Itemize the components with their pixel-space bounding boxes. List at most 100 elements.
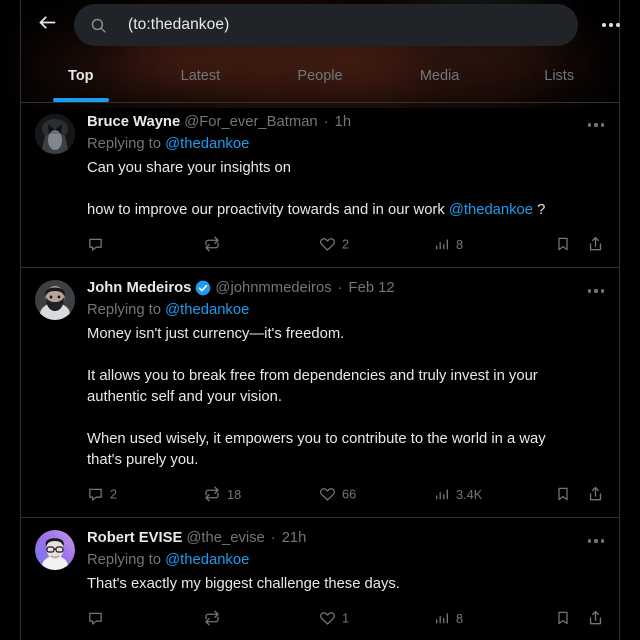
table-row[interactable]: Robert EVISE @the_evise · 21h Replying t… — [21, 518, 619, 640]
replying-to-handle[interactable]: @thedankoe — [165, 552, 249, 568]
tweet-inline-mention[interactable]: @thedankoe — [449, 202, 533, 218]
tab-people-label: People — [297, 68, 343, 84]
tweet-separator-dot: · — [323, 114, 329, 130]
tab-latest[interactable]: Latest — [141, 50, 261, 102]
like-button[interactable]: 2 — [319, 236, 349, 253]
replying-to-handle[interactable]: @thedankoe — [165, 136, 249, 152]
tweet-list: Bruce Wayne @For_ever_Batman · 1h Replyi… — [21, 102, 619, 640]
analytics-icon — [434, 236, 450, 252]
tweet-text-part-1: Money isn't just currency—it's freedom. … — [87, 326, 546, 468]
replying-to-line: Replying to @thedankoe — [87, 299, 579, 321]
views-count: 3.4K — [456, 486, 483, 502]
views-button[interactable]: 8 — [434, 610, 463, 626]
share-button[interactable] — [587, 236, 604, 253]
tweet-author-handle[interactable]: @the_evise — [186, 528, 264, 548]
tweet-author-handle[interactable]: @johnmmedeiros — [215, 278, 331, 298]
reply-icon — [87, 236, 104, 253]
like-button[interactable]: 66 — [319, 486, 356, 503]
avatar[interactable] — [35, 114, 75, 154]
tweet-timestamp[interactable]: Feb 12 — [349, 278, 395, 298]
retweet-button[interactable] — [203, 235, 227, 253]
replying-to-label: Replying to — [87, 552, 162, 568]
arrow-left-icon — [37, 12, 58, 38]
reply-count: 2 — [110, 486, 118, 502]
tweet-separator-dot: · — [270, 530, 276, 546]
header-more-button[interactable] — [596, 10, 626, 40]
tweet-actions: 2 18 66 3.4K — [87, 477, 602, 511]
replying-to-handle[interactable]: @thedankoe — [165, 302, 249, 318]
retweet-button[interactable]: 18 — [203, 485, 241, 503]
tab-lists[interactable]: Lists — [499, 50, 619, 102]
verified-badge-icon — [195, 280, 211, 296]
bookmark-button[interactable] — [555, 486, 571, 502]
tweet-author-name[interactable]: John Medeiros — [87, 278, 191, 298]
bearded-man-avatar — [35, 280, 75, 320]
column-right-border — [619, 0, 620, 640]
bookmark-button[interactable] — [555, 610, 571, 626]
search-input[interactable]: (to:thedankoe) — [74, 4, 578, 46]
avatar[interactable] — [35, 280, 75, 320]
search-header: (to:thedankoe) — [0, 0, 640, 50]
tweet-body: Robert EVISE @the_evise · 21h Replying t… — [87, 528, 605, 637]
reply-icon — [87, 486, 104, 503]
share-icon — [587, 236, 604, 253]
tab-top[interactable]: Top — [21, 50, 141, 102]
tweet-header: John Medeiros @johnmmedeiros · Feb 12 — [87, 278, 579, 298]
tab-media[interactable]: Media — [380, 50, 500, 102]
share-button[interactable] — [587, 486, 604, 503]
analytics-icon — [434, 610, 450, 626]
tweet-author-name[interactable]: Bruce Wayne — [87, 112, 180, 132]
reply-button[interactable] — [87, 236, 110, 253]
heart-icon — [319, 236, 336, 253]
table-row[interactable]: Bruce Wayne @For_ever_Batman · 1h Replyi… — [21, 102, 619, 268]
replying-to-line: Replying to @thedankoe — [87, 549, 579, 571]
like-count: 2 — [342, 236, 350, 252]
back-button[interactable] — [30, 8, 64, 42]
heart-icon — [319, 486, 336, 503]
tweet-author-name[interactable]: Robert EVISE — [87, 528, 182, 548]
tweet-text-part-1: Can you share your insights on how to im… — [87, 160, 445, 218]
more-horizontal-icon — [587, 539, 605, 543]
bookmark-button[interactable] — [555, 236, 571, 252]
views-button[interactable]: 3.4K — [434, 486, 482, 502]
like-button[interactable]: 1 — [319, 610, 349, 627]
avatar[interactable] — [35, 530, 75, 570]
reply-button[interactable]: 2 — [87, 486, 117, 503]
share-icon — [587, 486, 604, 503]
tweet-more-button[interactable] — [585, 116, 607, 134]
retweet-icon — [203, 485, 221, 503]
tab-people[interactable]: People — [260, 50, 380, 102]
analytics-icon — [434, 486, 450, 502]
tweet-text: Money isn't just currency—it's freedom. … — [87, 324, 579, 471]
tweet-timestamp[interactable]: 21h — [282, 528, 307, 548]
replying-to-line: Replying to @thedankoe — [87, 133, 579, 155]
table-row[interactable]: John Medeiros @johnmmedeiros · Feb 12 Re… — [21, 268, 619, 518]
tweet-timestamp[interactable]: 1h — [335, 112, 351, 132]
tab-lists-label: Lists — [544, 68, 575, 84]
retweet-button[interactable] — [203, 609, 227, 627]
tweet-more-button[interactable] — [585, 282, 607, 300]
tweet-separator-dot: · — [337, 280, 343, 296]
retweet-icon — [203, 609, 221, 627]
tweet-more-button[interactable] — [585, 532, 607, 550]
tweet-text: Can you share your insights on how to im… — [87, 158, 579, 221]
tweet-author-handle[interactable]: @For_ever_Batman — [184, 112, 317, 132]
share-button[interactable] — [587, 610, 604, 627]
tweet-body: John Medeiros @johnmmedeiros · Feb 12 Re… — [87, 278, 605, 513]
search-tabs: Top Latest People Media Lists — [21, 50, 619, 102]
tab-top-label: Top — [68, 68, 94, 84]
retweet-count: 18 — [227, 486, 242, 502]
bookmark-icon — [555, 610, 571, 626]
reply-button[interactable] — [87, 610, 110, 627]
batman-avatar — [35, 114, 75, 154]
like-count: 1 — [342, 610, 350, 626]
views-button[interactable]: 8 — [434, 236, 463, 252]
share-icon — [587, 610, 604, 627]
more-horizontal-icon — [587, 289, 605, 293]
tweet-actions: 1 8 — [87, 601, 602, 635]
tab-media-label: Media — [419, 68, 460, 84]
replying-to-label: Replying to — [87, 136, 162, 152]
tweet-text-part-1: That's exactly my biggest challenge thes… — [87, 576, 400, 592]
bookmark-icon — [555, 486, 571, 502]
like-count: 66 — [342, 486, 357, 502]
